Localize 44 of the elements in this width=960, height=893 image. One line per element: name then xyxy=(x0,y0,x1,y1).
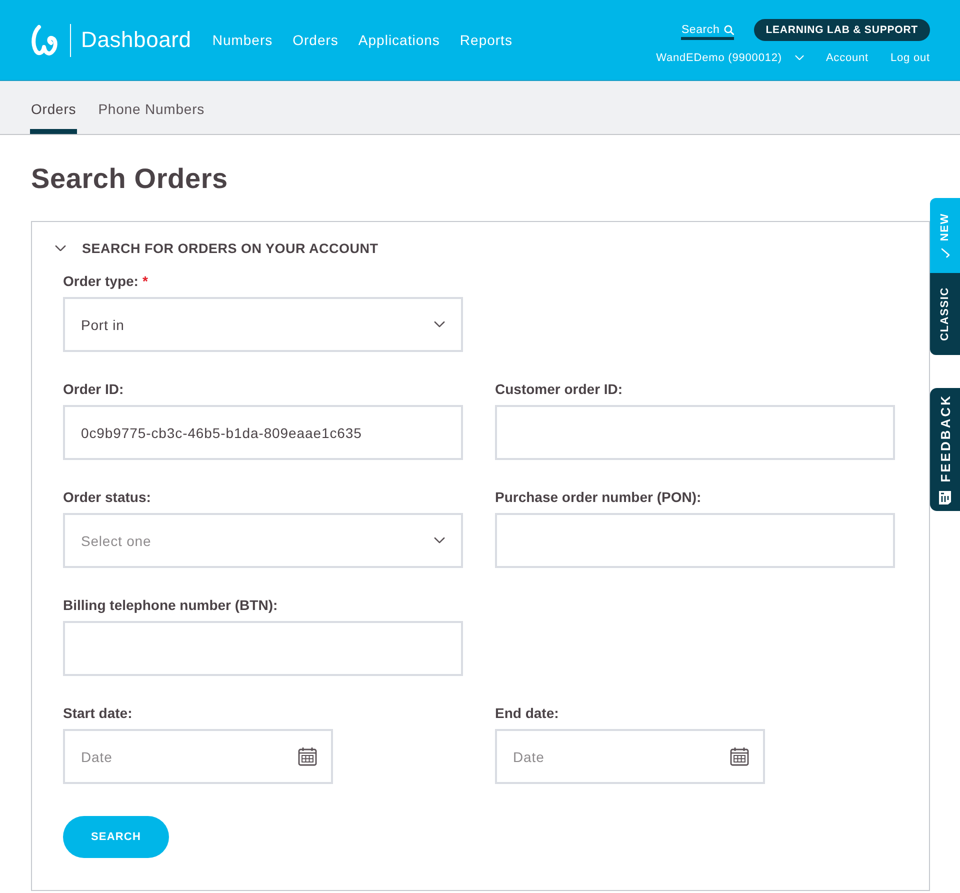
search-button[interactable]: SEARCH xyxy=(63,816,169,858)
chevron-down-icon xyxy=(434,321,445,328)
text-input-field[interactable]: 0c9b9775-cb3c-46b5-b1da-809eaae1c635 xyxy=(63,405,463,460)
date-input-field[interactable]: Date xyxy=(63,729,333,784)
feedback-form-icon xyxy=(938,490,952,506)
text-input-field[interactable] xyxy=(63,621,463,676)
dashboard-title-link[interactable]: Dashboard xyxy=(81,27,192,53)
account-switcher[interactable]: WandEDemo (9900012) xyxy=(656,52,804,64)
field-label: Customer order ID: xyxy=(495,380,623,398)
nav-link[interactable]: Numbers xyxy=(212,32,273,48)
account-link[interactable]: Account xyxy=(826,52,868,64)
nav-link[interactable]: Reports xyxy=(460,32,512,48)
w-logo-icon[interactable] xyxy=(30,24,59,56)
calendar-icon[interactable] xyxy=(730,747,749,766)
field-label: Billing telephone number (BTN): xyxy=(63,596,278,614)
field-label: Start date: xyxy=(63,704,132,722)
text-input-field[interactable] xyxy=(495,513,895,568)
date-input-field[interactable]: Date xyxy=(495,729,765,784)
feedback-tab[interactable]: FEEDBACK xyxy=(930,388,960,511)
account-link[interactable]: Log out xyxy=(890,52,930,64)
sub-nav-tab[interactable]: Phone Numbers xyxy=(97,81,206,134)
page-title: Search Orders xyxy=(31,162,229,196)
field-label: Order type: xyxy=(63,272,138,290)
field-label: Order ID: xyxy=(63,380,124,398)
nav-link[interactable]: Applications xyxy=(358,32,440,48)
chevron-down-icon xyxy=(794,54,804,60)
search-link[interactable]: Search xyxy=(681,20,734,40)
check-icon xyxy=(940,248,950,258)
support-button[interactable]: LEARNING LAB & SUPPORT xyxy=(754,18,930,40)
required-asterisk: * xyxy=(142,272,148,290)
select-field[interactable]: Select one xyxy=(63,513,463,568)
view-switch-tab[interactable]: CLASSIC xyxy=(930,273,960,355)
field-label: Order status: xyxy=(63,488,151,506)
search-icon xyxy=(724,24,734,34)
sub-nav-tab[interactable]: Orders xyxy=(30,81,78,134)
view-switch-tab[interactable]: NEW xyxy=(930,198,960,273)
chevron-down-icon xyxy=(434,537,445,544)
select-field[interactable]: Port in xyxy=(63,297,463,352)
section-toggle[interactable]: SEARCH FOR ORDERS ON YOUR ACCOUNT xyxy=(55,238,378,258)
field-label: Purchase order number (PON): xyxy=(495,488,702,506)
field-label: End date: xyxy=(495,704,559,722)
calendar-icon[interactable] xyxy=(298,747,317,766)
nav-link[interactable]: Orders xyxy=(292,32,338,48)
text-input-field[interactable] xyxy=(495,405,895,460)
